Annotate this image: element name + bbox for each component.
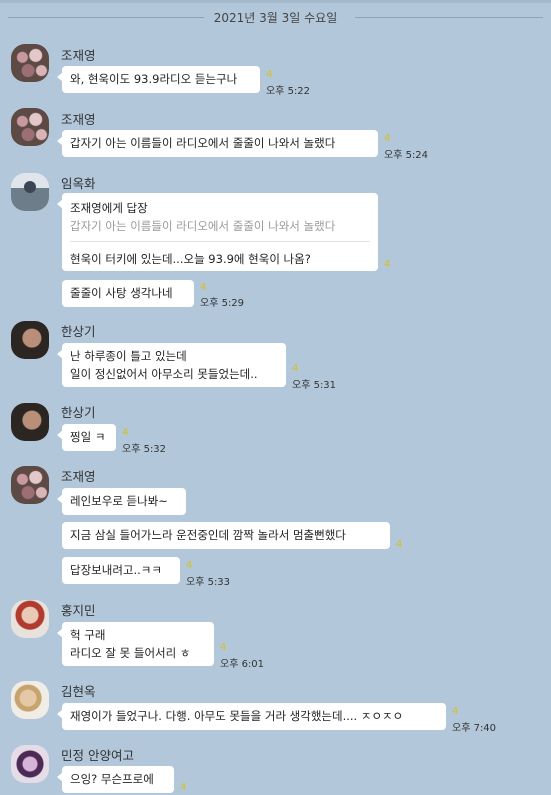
- reply-divider: [70, 241, 370, 242]
- avatar[interactable]: [11, 681, 49, 719]
- message-line: 라디오 잘 못 들어서리 ㅎ: [70, 646, 191, 660]
- message-bubble[interactable]: 지금 삼실 들어가느라 운전중인데 깜짝 놀라서 멈출뻔했다: [62, 522, 390, 549]
- message-bubble[interactable]: 레인보우로 듣나봐~: [57, 488, 186, 515]
- message-time: 오후 5:24: [384, 150, 429, 161]
- unread-count: 4: [186, 560, 193, 571]
- message-time: 오후 5:32: [122, 444, 167, 455]
- avatar[interactable]: [11, 173, 49, 211]
- reply-quote: 갑자기 아는 이름들이 라디오에서 줄줄이 나와서 놀랬다: [70, 219, 336, 233]
- unread-count: 4: [220, 642, 227, 653]
- date-divider: 2021년 3월 3일 수요일: [0, 7, 551, 27]
- message-bubble[interactable]: 헉 구래 라디오 잘 못 들어서리 ㅎ: [57, 622, 214, 666]
- message-bubble[interactable]: 찡일 ㅋ: [57, 424, 116, 451]
- message-line: 헉 구래: [70, 628, 106, 642]
- message-time: 오후 5:33: [186, 577, 231, 588]
- unread-count: 4: [384, 133, 391, 144]
- avatar[interactable]: [11, 108, 49, 146]
- avatar[interactable]: [11, 466, 49, 504]
- message-time: 오후 5:29: [200, 298, 245, 309]
- unread-count: 4: [396, 539, 403, 550]
- date-divider-line-right: [355, 17, 543, 18]
- message-bubble[interactable]: 재영이가 들었구나. 다행. 아무도 못들을 거라 생각했는데.... ㅈㅇㅈㅇ: [57, 703, 446, 730]
- sender-name: 조재영: [61, 469, 96, 484]
- sender-name: 민정 안양여고: [61, 748, 134, 763]
- avatar[interactable]: [11, 403, 49, 441]
- unread-count: 4: [292, 363, 299, 374]
- sender-name: 김현옥: [61, 684, 96, 699]
- message-time: 오후 7:40: [452, 723, 497, 734]
- sender-name: 조재영: [61, 112, 96, 127]
- unread-count: 4: [122, 427, 129, 438]
- sender-name: 한상기: [61, 324, 96, 339]
- avatar[interactable]: [11, 44, 49, 82]
- message-bubble[interactable]: 으잉? 무슨프로에: [57, 766, 174, 793]
- sender-name: 홍지민: [61, 603, 96, 618]
- message-bubble[interactable]: 난 하루종이 틀고 있는데 일이 정신없어서 아무소리 못들었는데..: [57, 343, 286, 387]
- message-line: 일이 정신없어서 아무소리 못들었는데..: [70, 367, 258, 381]
- avatar[interactable]: [11, 745, 49, 783]
- sender-name: 조재영: [61, 48, 96, 63]
- message-bubble[interactable]: 답장보내려고..ㅋㅋ: [62, 557, 180, 584]
- avatar[interactable]: [11, 321, 49, 359]
- message-bubble[interactable]: 줄줄이 사탕 생각나네: [62, 280, 194, 307]
- avatar[interactable]: [11, 600, 49, 638]
- message-bubble[interactable]: 와, 현욱이도 93.9라디오 듣는구나: [57, 66, 260, 93]
- unread-count: 4: [452, 706, 459, 717]
- unread-count: 4: [384, 259, 391, 270]
- reply-text: 현욱이 터키에 있는데...오늘 93.9에 현욱이 나옴?: [70, 252, 311, 266]
- top-border: [0, 0, 551, 3]
- sender-name: 한상기: [61, 405, 96, 420]
- unread-count: 4: [200, 282, 207, 293]
- reply-bubble[interactable]: 조재영에게 답장 갑자기 아는 이름들이 라디오에서 줄줄이 나와서 놀랬다 현…: [57, 193, 378, 271]
- message-bubble[interactable]: 갑자기 아는 이름들이 라디오에서 줄줄이 나와서 놀랬다: [57, 130, 378, 157]
- sender-name: 임옥화: [61, 176, 96, 191]
- message-line: 난 하루종이 틀고 있는데: [70, 349, 187, 363]
- message-time: 오후 5:22: [266, 86, 311, 97]
- unread-count: 4: [266, 69, 273, 80]
- reply-target: 조재영에게 답장: [70, 201, 148, 215]
- message-time: 오후 5:31: [292, 380, 337, 391]
- unread-count: 4: [180, 782, 187, 793]
- message-time: 오후 6:01: [220, 659, 265, 670]
